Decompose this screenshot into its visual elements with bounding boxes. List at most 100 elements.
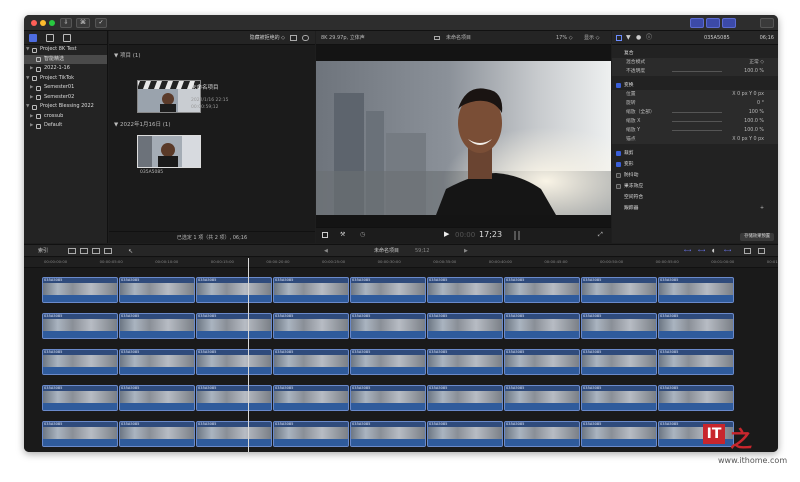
show-inspector-toggle[interactable]: [722, 18, 736, 28]
playhead[interactable]: [248, 258, 249, 452]
inspector-checkbox[interactable]: [616, 83, 621, 88]
timeline-clip[interactable]: 035A5085: [42, 385, 118, 411]
color-icon[interactable]: ●: [636, 31, 641, 45]
library-item[interactable]: ▶ Semester02: [24, 93, 107, 103]
timeline-clip[interactable]: 035A5085: [427, 421, 503, 447]
timeline-clip[interactable]: 035A5085: [581, 385, 657, 411]
clip-filter-dropdown[interactable]: 隐藏被拒绝的 ◇: [250, 31, 285, 45]
timeline-clip[interactable]: 035A5085: [196, 385, 272, 411]
library-item[interactable]: 智能精选: [24, 54, 107, 64]
timeline-clip[interactable]: 035A5085: [504, 349, 580, 375]
inspector-row[interactable]: 旋转 0 °: [612, 99, 778, 108]
inspector-row-value[interactable]: 正常 ◇: [749, 58, 764, 67]
inspector-row-value[interactable]: 100.0 %: [744, 117, 764, 126]
share-button[interactable]: [760, 18, 774, 28]
timeline-clip[interactable]: 035A5085: [42, 277, 118, 303]
inspector-row[interactable]: 果冻效应: [612, 182, 778, 191]
inspector-row[interactable]: 变形: [612, 160, 778, 169]
inspector-row[interactable]: 缩放 X 100.0 %: [612, 117, 778, 126]
back-icon[interactable]: ◀: [324, 245, 328, 258]
projects-section-header[interactable]: ▼ 项目 (1): [114, 51, 141, 59]
timeline-clip[interactable]: 035A5085: [196, 421, 272, 447]
display-dropdown[interactable]: 显示 ◇: [584, 31, 599, 45]
timeline-clip[interactable]: 035A5085: [658, 349, 734, 375]
value-slider[interactable]: [672, 71, 722, 72]
timeline-clip[interactable]: 035A5085: [196, 313, 272, 339]
timeline-clip[interactable]: 035A5085: [658, 313, 734, 339]
timeline-clip[interactable]: 035A5085: [119, 421, 195, 447]
inspector-row[interactable]: 位置 X 0 px Y 0 px: [612, 90, 778, 99]
show-browser-toggle[interactable]: [690, 18, 704, 28]
timeline-clip[interactable]: 035A5085: [350, 313, 426, 339]
inspector-row[interactable]: 变换: [612, 81, 778, 90]
transform-tool-icon[interactable]: [322, 232, 328, 238]
inspector-row[interactable]: 跟踪器 +: [612, 204, 778, 213]
value-slider[interactable]: [672, 121, 722, 122]
timeline-clip[interactable]: 035A5085: [350, 421, 426, 447]
import-icon[interactable]: ⇩: [60, 18, 72, 28]
timeline-clip[interactable]: 035A5085: [196, 349, 272, 375]
enhancement-icon[interactable]: ⚒: [340, 231, 345, 238]
inspector-row[interactable]: 缩放（全部） 100 %: [612, 108, 778, 117]
timeline-clip[interactable]: 035A5085: [273, 277, 349, 303]
timeline-clip[interactable]: 035A5085: [504, 313, 580, 339]
inspector-row-value[interactable]: 100 %: [749, 108, 764, 117]
timeline-clip[interactable]: 035A5085: [350, 385, 426, 411]
filter-icon[interactable]: ▼: [626, 31, 631, 45]
snapping-icon[interactable]: ⟷: [724, 245, 731, 258]
clip-appearance-icon[interactable]: [290, 35, 297, 41]
timeline-clip[interactable]: 035A5085: [427, 313, 503, 339]
connect-clip-icon[interactable]: [92, 248, 100, 254]
timeline-index-button[interactable]: 索引: [38, 245, 48, 258]
timeline-clip[interactable]: 035A5085: [119, 313, 195, 339]
timeline-clip[interactable]: 035A5085: [42, 313, 118, 339]
inspector-checkbox[interactable]: [616, 151, 621, 156]
inspector-row[interactable]: 空间符合: [612, 193, 778, 202]
inspector-row[interactable]: 缩放 Y 100.0 %: [612, 126, 778, 135]
insert-clip-icon[interactable]: [80, 248, 88, 254]
library-item[interactable]: ▶ 2022-1-16: [24, 64, 107, 74]
info-icon[interactable]: ⓘ: [646, 31, 652, 45]
timeline-clip[interactable]: 035A5085: [504, 421, 580, 447]
inspector-row[interactable]: 裁剪: [612, 149, 778, 158]
timeline-clip[interactable]: 035A5085: [504, 277, 580, 303]
value-slider[interactable]: [672, 112, 722, 113]
timeline-clip[interactable]: 035A5085: [273, 421, 349, 447]
keywords-button[interactable]: ⌘: [76, 18, 90, 28]
disclosure-closed-icon[interactable]: ▶: [30, 112, 33, 122]
disclosure-open-icon[interactable]: ▼: [26, 45, 29, 55]
background-tasks-button[interactable]: ✓: [95, 18, 107, 28]
library-item[interactable]: ▼ Project 8K Test: [24, 45, 107, 55]
inspector-row-value[interactable]: +: [760, 204, 764, 213]
library-item[interactable]: ▼ Project Blessing 2022: [24, 102, 107, 112]
zoom-window-button[interactable]: [49, 20, 55, 26]
timeline-clip[interactable]: 035A5085: [273, 313, 349, 339]
inspector-checkbox[interactable]: [616, 162, 621, 167]
disclosure-closed-icon[interactable]: ▶: [30, 93, 33, 103]
minimize-window-button[interactable]: [40, 20, 46, 26]
clip-appearance-icon[interactable]: [744, 248, 751, 254]
forward-icon[interactable]: ▶: [464, 245, 468, 258]
disclosure-closed-icon[interactable]: ▶: [30, 64, 33, 74]
zoom-dropdown[interactable]: 17% ◇: [556, 31, 573, 45]
inspector-row-value[interactable]: X 0 px Y 0 px: [732, 135, 764, 144]
timeline-clip[interactable]: 035A5085: [119, 277, 195, 303]
inspector-row[interactable]: 锚点 X 0 px Y 0 px: [612, 135, 778, 144]
timeline-clip[interactable]: 035A5085: [658, 277, 734, 303]
timeline-clip[interactable]: 035A5085: [42, 421, 118, 447]
inspector-row-value[interactable]: 100.0 %: [744, 67, 764, 76]
timeline-clip[interactable]: 035A5085: [273, 385, 349, 411]
inspector-row[interactable]: 防抖动: [612, 171, 778, 180]
inspector-row[interactable]: 混合模式 正常 ◇: [612, 58, 778, 67]
timeline-tracks[interactable]: 035A5085 035A5085 035A5085 035A5085 035A5085…: [24, 268, 778, 452]
select-tool-icon[interactable]: ↖: [128, 245, 133, 258]
photos-audio-icon[interactable]: [46, 34, 54, 42]
disclosure-open-icon[interactable]: ▼: [26, 74, 29, 84]
search-icon[interactable]: [302, 35, 309, 41]
timeline-clip[interactable]: 035A5085: [658, 385, 734, 411]
disclosure-closed-icon[interactable]: ▶: [30, 83, 33, 93]
close-window-button[interactable]: [31, 20, 37, 26]
timeline-clip[interactable]: 035A5085: [581, 313, 657, 339]
timeline-clip[interactable]: 035A5085: [427, 277, 503, 303]
inspector-row[interactable]: 不透明度 100.0 %: [612, 67, 778, 76]
